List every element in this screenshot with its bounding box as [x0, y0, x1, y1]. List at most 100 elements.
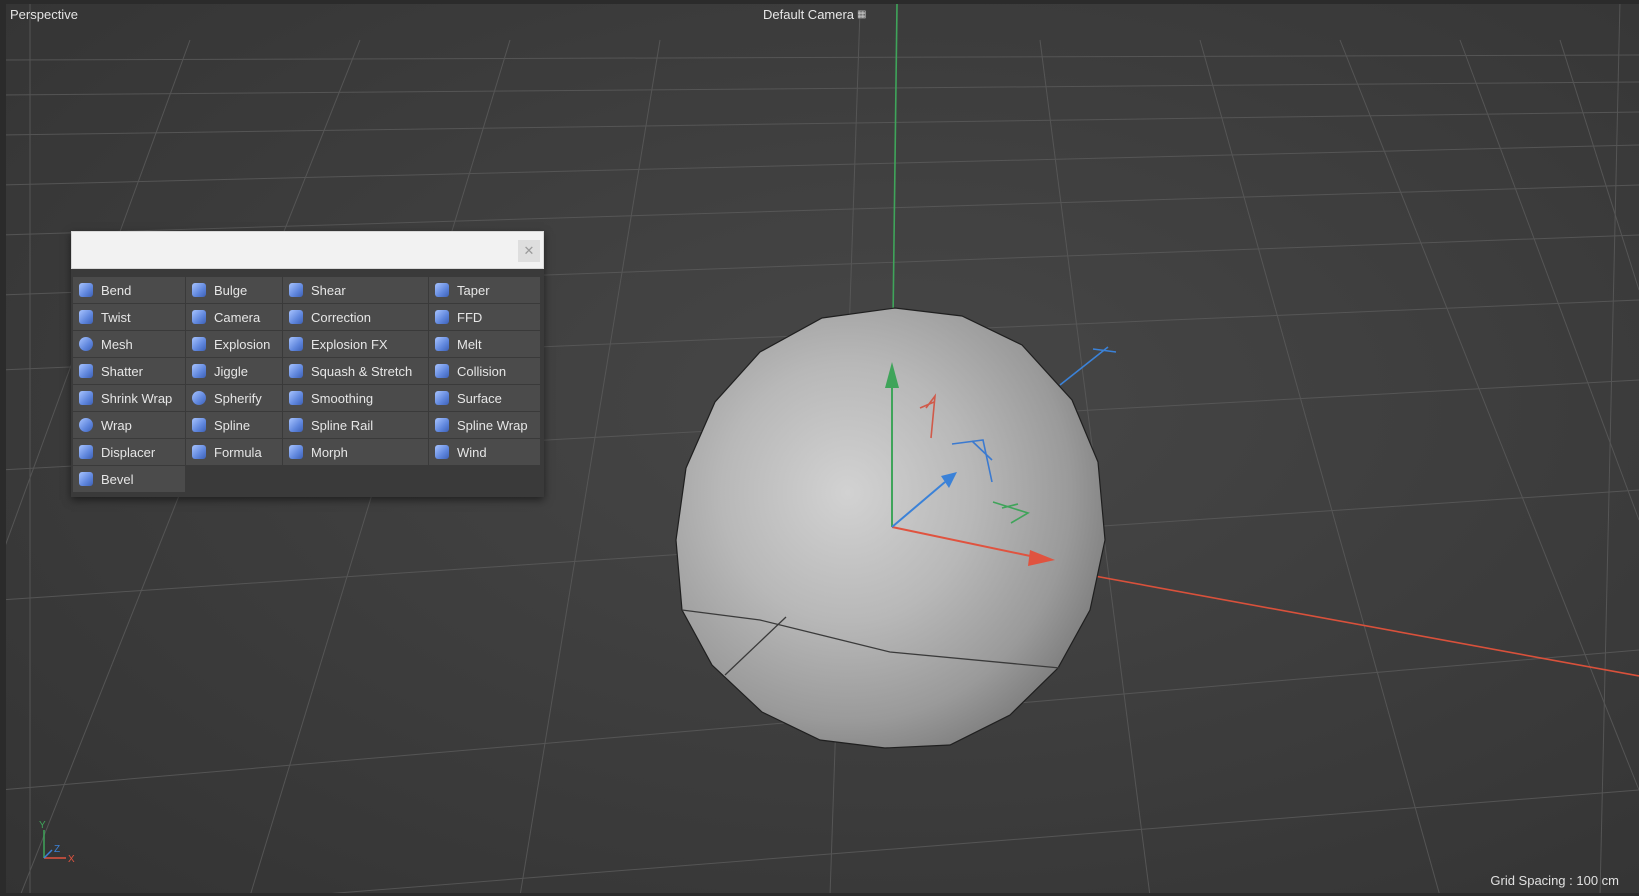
deformer-item-shatter[interactable]: Shatter	[73, 358, 185, 384]
deformer-item-collision[interactable]: Collision	[429, 358, 540, 384]
deformer-item-ffd[interactable]: FFD	[429, 304, 540, 330]
wind-icon	[435, 445, 449, 459]
deformer-item-label: Jiggle	[214, 363, 248, 379]
deformer-item-label: Bulge	[214, 282, 248, 298]
deformer-item-jiggle[interactable]: Jiggle	[186, 358, 282, 384]
deformer-item-label: Melt	[457, 336, 482, 352]
deformer-popup-menu: ✕ Bend Bulge Shear Taper Twist Camera Correcti…	[71, 231, 544, 497]
deformer-item-camera-deformer[interactable]: Camera	[186, 304, 282, 330]
taper-icon	[435, 283, 449, 297]
deformer-item-label: Bend	[101, 282, 132, 298]
deformer-item-bulge[interactable]: Bulge	[186, 277, 282, 303]
bevel-icon	[79, 472, 93, 486]
deformer-item-spline[interactable]: Spline	[186, 412, 282, 438]
deformer-item-correction[interactable]: Correction	[283, 304, 428, 330]
camera-menu[interactable]: Default Camera ▦	[763, 7, 867, 22]
bend-icon	[79, 283, 93, 297]
twist-icon	[79, 310, 93, 324]
deformer-item-shear[interactable]: Shear	[283, 277, 428, 303]
deformer-item-label: Wind	[457, 444, 487, 460]
axis-x-label: X	[68, 854, 75, 865]
spherify-icon	[192, 391, 206, 405]
deformer-item-label: Taper	[457, 282, 490, 298]
spline-rail-icon	[289, 418, 303, 432]
explosion-icon	[192, 337, 206, 351]
deformer-item-label: Explosion	[214, 336, 271, 352]
deformer-item-label: Explosion FX	[311, 336, 388, 352]
spline-wrap-icon	[435, 418, 449, 432]
deformer-item-taper[interactable]: Taper	[429, 277, 540, 303]
deformer-item-bevel[interactable]: Bevel	[73, 466, 185, 492]
camera-deformer-icon	[192, 310, 206, 324]
deformer-item-morph[interactable]: Morph	[283, 439, 428, 465]
deformer-item-smoothing[interactable]: Smoothing	[283, 385, 428, 411]
jiggle-icon	[192, 364, 206, 378]
deformer-item-explosion-fx[interactable]: Explosion FX	[283, 331, 428, 357]
world-x-axis	[1039, 565, 1639, 677]
spline-icon	[192, 418, 206, 432]
deformer-item-surface[interactable]: Surface	[429, 385, 540, 411]
deformer-item-melt[interactable]: Melt	[429, 331, 540, 357]
deformer-item-label: Surface	[457, 390, 502, 406]
squash-stretch-icon	[289, 364, 303, 378]
world-y-axis	[892, 3, 898, 321]
explosion-fx-icon	[289, 337, 303, 351]
deformer-item-label: Collision	[457, 363, 507, 379]
deformer-item-squash-stretch[interactable]: Squash & Stretch	[283, 358, 428, 384]
deformer-item-label: Formula	[214, 444, 262, 460]
deformer-item-label: Smoothing	[311, 390, 374, 406]
melt-icon	[435, 337, 449, 351]
camera-link-icon[interactable]: ▦	[857, 9, 866, 20]
view-name-label[interactable]: Perspective	[10, 7, 78, 22]
deformer-item-explosion[interactable]: Explosion	[186, 331, 282, 357]
deformer-item-spline-rail[interactable]: Spline Rail	[283, 412, 428, 438]
deformer-item-spherify[interactable]: Spherify	[186, 385, 282, 411]
deformer-item-label: Spline Wrap	[457, 417, 528, 433]
deformer-item-displacer[interactable]: Displacer	[73, 439, 185, 465]
search-bar: ✕	[71, 231, 544, 269]
deformer-item-label: Correction	[311, 309, 371, 325]
deformer-item-wind[interactable]: Wind	[429, 439, 540, 465]
deformer-item-label: Displacer	[101, 444, 156, 460]
axis-z-label: Z	[54, 844, 60, 855]
shatter-icon	[79, 364, 93, 378]
wrap-icon	[79, 418, 93, 432]
smoothing-icon	[289, 391, 303, 405]
surface-icon	[435, 391, 449, 405]
deformer-item-label: Squash & Stretch	[311, 363, 413, 379]
deformer-item-bend[interactable]: Bend	[73, 277, 185, 303]
search-input[interactable]	[78, 238, 502, 264]
displacer-icon	[79, 445, 93, 459]
deformer-item-shrink-wrap[interactable]: Shrink Wrap	[73, 385, 185, 411]
deformer-item-twist[interactable]: Twist	[73, 304, 185, 330]
correction-icon	[289, 310, 303, 324]
deformer-item-wrap[interactable]: Wrap	[73, 412, 185, 438]
deformer-item-label: Shrink Wrap	[101, 390, 173, 406]
formula-icon	[192, 445, 206, 459]
deformer-item-label: Bevel	[101, 471, 134, 487]
ffd-icon	[435, 310, 449, 324]
deformer-item-label: Camera	[214, 309, 261, 325]
deformer-item-label: Spline	[214, 417, 251, 433]
deformer-item-spline-wrap[interactable]: Spline Wrap	[429, 412, 540, 438]
deformer-item-label: Mesh	[101, 336, 133, 352]
viewport-top-border	[0, 0, 1639, 4]
deformer-item-label: Morph	[311, 444, 348, 460]
shrink-wrap-icon	[79, 391, 93, 405]
deformer-item-label: Shatter	[101, 363, 143, 379]
axis-y-label: Y	[39, 820, 46, 831]
grid-spacing-readout: Grid Spacing : 100 cm	[1490, 873, 1619, 888]
collision-icon	[435, 364, 449, 378]
bulge-icon	[192, 283, 206, 297]
deformer-item-label: Spline Rail	[311, 417, 374, 433]
close-icon[interactable]: ✕	[518, 240, 540, 262]
deformer-item-label: FFD	[457, 309, 483, 325]
morph-icon	[289, 445, 303, 459]
camera-name: Default Camera	[763, 7, 855, 22]
viewport-left-border	[0, 0, 6, 896]
deformer-item-label: Spherify	[214, 390, 262, 406]
viewport-3d[interactable]: Perspective Default Camera ▦ Grid Spacin…	[0, 0, 1639, 896]
deformer-item-formula[interactable]: Formula	[186, 439, 282, 465]
mesh-icon	[79, 337, 93, 351]
deformer-item-mesh[interactable]: Mesh	[73, 331, 185, 357]
